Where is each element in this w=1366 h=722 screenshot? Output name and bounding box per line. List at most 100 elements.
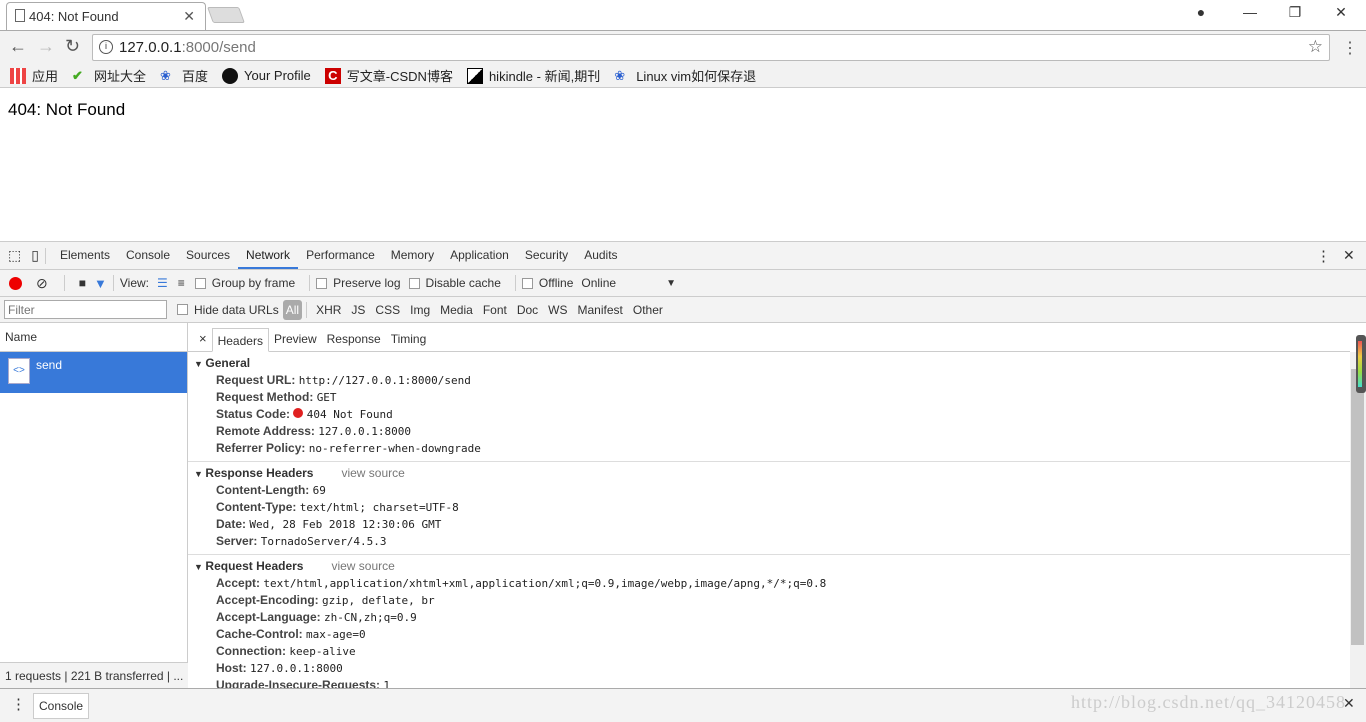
devtools-close-icon[interactable]: ✕ bbox=[1343, 247, 1355, 264]
large-rows-icon[interactable]: ☰ bbox=[157, 276, 168, 290]
overview-icon[interactable]: ≡ bbox=[178, 276, 185, 290]
filter-type-ws[interactable]: WS bbox=[548, 303, 567, 317]
group-by-frame-checkbox[interactable] bbox=[194, 277, 206, 289]
filter-type-media[interactable]: Media bbox=[440, 303, 473, 317]
tab-application[interactable]: Application bbox=[442, 242, 517, 269]
filter-type-other[interactable]: Other bbox=[633, 303, 663, 317]
filter-type-all[interactable]: All bbox=[282, 299, 303, 320]
tab-response[interactable]: Response bbox=[322, 327, 386, 351]
hikindle-icon bbox=[466, 67, 483, 84]
tab-audits[interactable]: Audits bbox=[576, 242, 625, 269]
header-key: Referrer Policy: bbox=[216, 441, 306, 455]
tab-console[interactable]: Console bbox=[118, 242, 178, 269]
filter-type-img[interactable]: Img bbox=[410, 303, 430, 317]
bookmark-linux-vim[interactable]: ❀ Linux vim如何保存退 bbox=[614, 66, 756, 85]
filter-type-css[interactable]: CSS bbox=[375, 303, 400, 317]
offline-checkbox[interactable] bbox=[521, 277, 533, 289]
filter-type-js[interactable]: JS bbox=[351, 303, 365, 317]
bookmark-apps[interactable]: 应用 bbox=[10, 66, 58, 85]
devtools-tabbar: ⬚ ▯ Elements Console Sources Network Per… bbox=[0, 242, 1366, 270]
restore-button[interactable]: ❐ bbox=[1280, 4, 1310, 21]
tab-security[interactable]: Security bbox=[517, 242, 576, 269]
header-value: text/html,application/xhtml+xml,applicat… bbox=[263, 577, 827, 590]
view-source-link[interactable]: view source bbox=[331, 559, 394, 573]
request-row-send[interactable]: <> send bbox=[0, 352, 187, 393]
header-key: Connection: bbox=[216, 644, 286, 658]
bookmark-star-icon[interactable]: ☆ bbox=[1308, 37, 1323, 57]
new-tab-button[interactable] bbox=[207, 7, 245, 23]
disable-cache-checkbox[interactable] bbox=[408, 277, 420, 289]
bookmark-hikindle[interactable]: hikindle - 新闻,期刊 bbox=[466, 66, 600, 85]
bookmark-baidu[interactable]: ❀ 百度 bbox=[160, 66, 208, 85]
clear-icon[interactable]: ⊘ bbox=[36, 275, 48, 292]
header-key: Status Code: bbox=[216, 407, 291, 421]
tab-network[interactable]: Network bbox=[238, 242, 299, 269]
name-column-header[interactable]: Name bbox=[0, 322, 187, 352]
forward-button[interactable]: → bbox=[37, 36, 55, 57]
address-bar[interactable]: i 127.0.0.1:8000/send ☆ bbox=[92, 34, 1330, 61]
filter-type-xhr[interactable]: XHR bbox=[316, 303, 341, 317]
hao123-icon: ✔ bbox=[72, 67, 83, 83]
request-headers-header[interactable]: ▼ Request Headers view source bbox=[188, 558, 1350, 575]
filter-type-doc[interactable]: Doc bbox=[517, 303, 538, 317]
record-button[interactable] bbox=[9, 276, 22, 290]
device-toolbar-icon[interactable]: ▯ bbox=[31, 247, 39, 264]
response-headers-section: ▼ Response Headers view source Content-Le… bbox=[188, 462, 1350, 555]
tab-performance[interactable]: Performance bbox=[298, 242, 383, 269]
tab-memory[interactable]: Memory bbox=[383, 242, 442, 269]
tab-timing[interactable]: Timing bbox=[386, 327, 432, 351]
filter-funnel-icon[interactable]: ▼ bbox=[94, 276, 107, 291]
document-icon: <> bbox=[8, 358, 30, 384]
tab-headers[interactable]: Headers bbox=[211, 328, 269, 352]
throttle-select[interactable]: Online bbox=[581, 276, 616, 290]
minimize-button[interactable]: — bbox=[1235, 4, 1265, 20]
filter-input[interactable] bbox=[4, 300, 167, 319]
drawer-menu-icon[interactable]: ⋮ bbox=[11, 695, 26, 713]
bookmark-label: 应用 bbox=[32, 69, 59, 84]
hide-data-urls-label: Hide data URLs bbox=[194, 302, 279, 317]
info-icon[interactable]: i bbox=[99, 40, 113, 54]
bookmark-label: 百度 bbox=[182, 69, 209, 84]
menu-icon[interactable]: ⋮ bbox=[1342, 38, 1358, 58]
preserve-log-checkbox[interactable] bbox=[316, 277, 328, 289]
hide-data-urls-checkbox[interactable] bbox=[177, 304, 188, 315]
header-key: Accept-Language: bbox=[216, 610, 321, 624]
header-key: Request Method: bbox=[216, 390, 314, 404]
tab-close-icon[interactable]: ✕ bbox=[183, 8, 195, 25]
baidu-paw-icon: ❀ bbox=[160, 67, 171, 83]
tab-preview[interactable]: Preview bbox=[269, 327, 322, 351]
bookmark-github[interactable]: Your Profile bbox=[222, 67, 311, 84]
browser-tab[interactable]: 404: Not Found ✕ bbox=[6, 2, 206, 30]
filter-type-font[interactable]: Font bbox=[483, 303, 507, 317]
close-details-icon[interactable]: × bbox=[194, 327, 212, 351]
header-value: GET bbox=[316, 391, 337, 404]
header-key: Accept-Encoding: bbox=[216, 593, 319, 607]
tab-strip: 404: Not Found ✕ ● — ❐ ✕ bbox=[0, 0, 1366, 30]
request-details: × Headers Preview Response Timing ▼ Gene… bbox=[188, 322, 1350, 688]
throttle-dropdown-icon[interactable]: ▼ bbox=[666, 278, 676, 289]
header-key: Content-Type: bbox=[216, 500, 297, 514]
header-key: Accept: bbox=[216, 576, 261, 590]
response-headers-header[interactable]: ▼ Response Headers view source bbox=[188, 465, 1350, 482]
tab-elements[interactable]: Elements bbox=[52, 242, 118, 269]
view-source-link[interactable]: view source bbox=[341, 466, 404, 480]
reload-button[interactable]: ↻ bbox=[65, 36, 80, 57]
screenshot-camera-icon[interactable]: ■ bbox=[79, 276, 86, 290]
bookmark-csdn[interactable]: C 写文章-CSDN博客 bbox=[324, 66, 453, 85]
disable-cache-label: Disable cache bbox=[425, 276, 501, 290]
general-section: ▼ General Request URL: http://127.0.0.1:… bbox=[188, 352, 1350, 462]
general-header[interactable]: ▼ General bbox=[188, 355, 1350, 372]
inspect-element-icon[interactable]: ⬚ bbox=[8, 247, 21, 264]
header-value: 127.0.0.1:8000 bbox=[318, 425, 411, 438]
drawer-tab-console[interactable]: Console bbox=[33, 693, 90, 719]
scrollbar-thumb[interactable] bbox=[1351, 369, 1364, 645]
header-key: Upgrade-Insecure-Requests: bbox=[216, 678, 381, 688]
back-button[interactable]: ← bbox=[9, 36, 27, 57]
section-title: Response Headers bbox=[205, 466, 314, 480]
bookmark-hao123[interactable]: ✔ 网址大全 bbox=[72, 66, 146, 85]
close-window-button[interactable]: ✕ bbox=[1326, 4, 1356, 21]
filter-type-manifest[interactable]: Manifest bbox=[578, 303, 623, 317]
devtools-menu-icon[interactable]: ⋮ bbox=[1316, 247, 1331, 265]
profile-icon[interactable]: ● bbox=[1186, 4, 1216, 20]
tab-sources[interactable]: Sources bbox=[178, 242, 238, 269]
